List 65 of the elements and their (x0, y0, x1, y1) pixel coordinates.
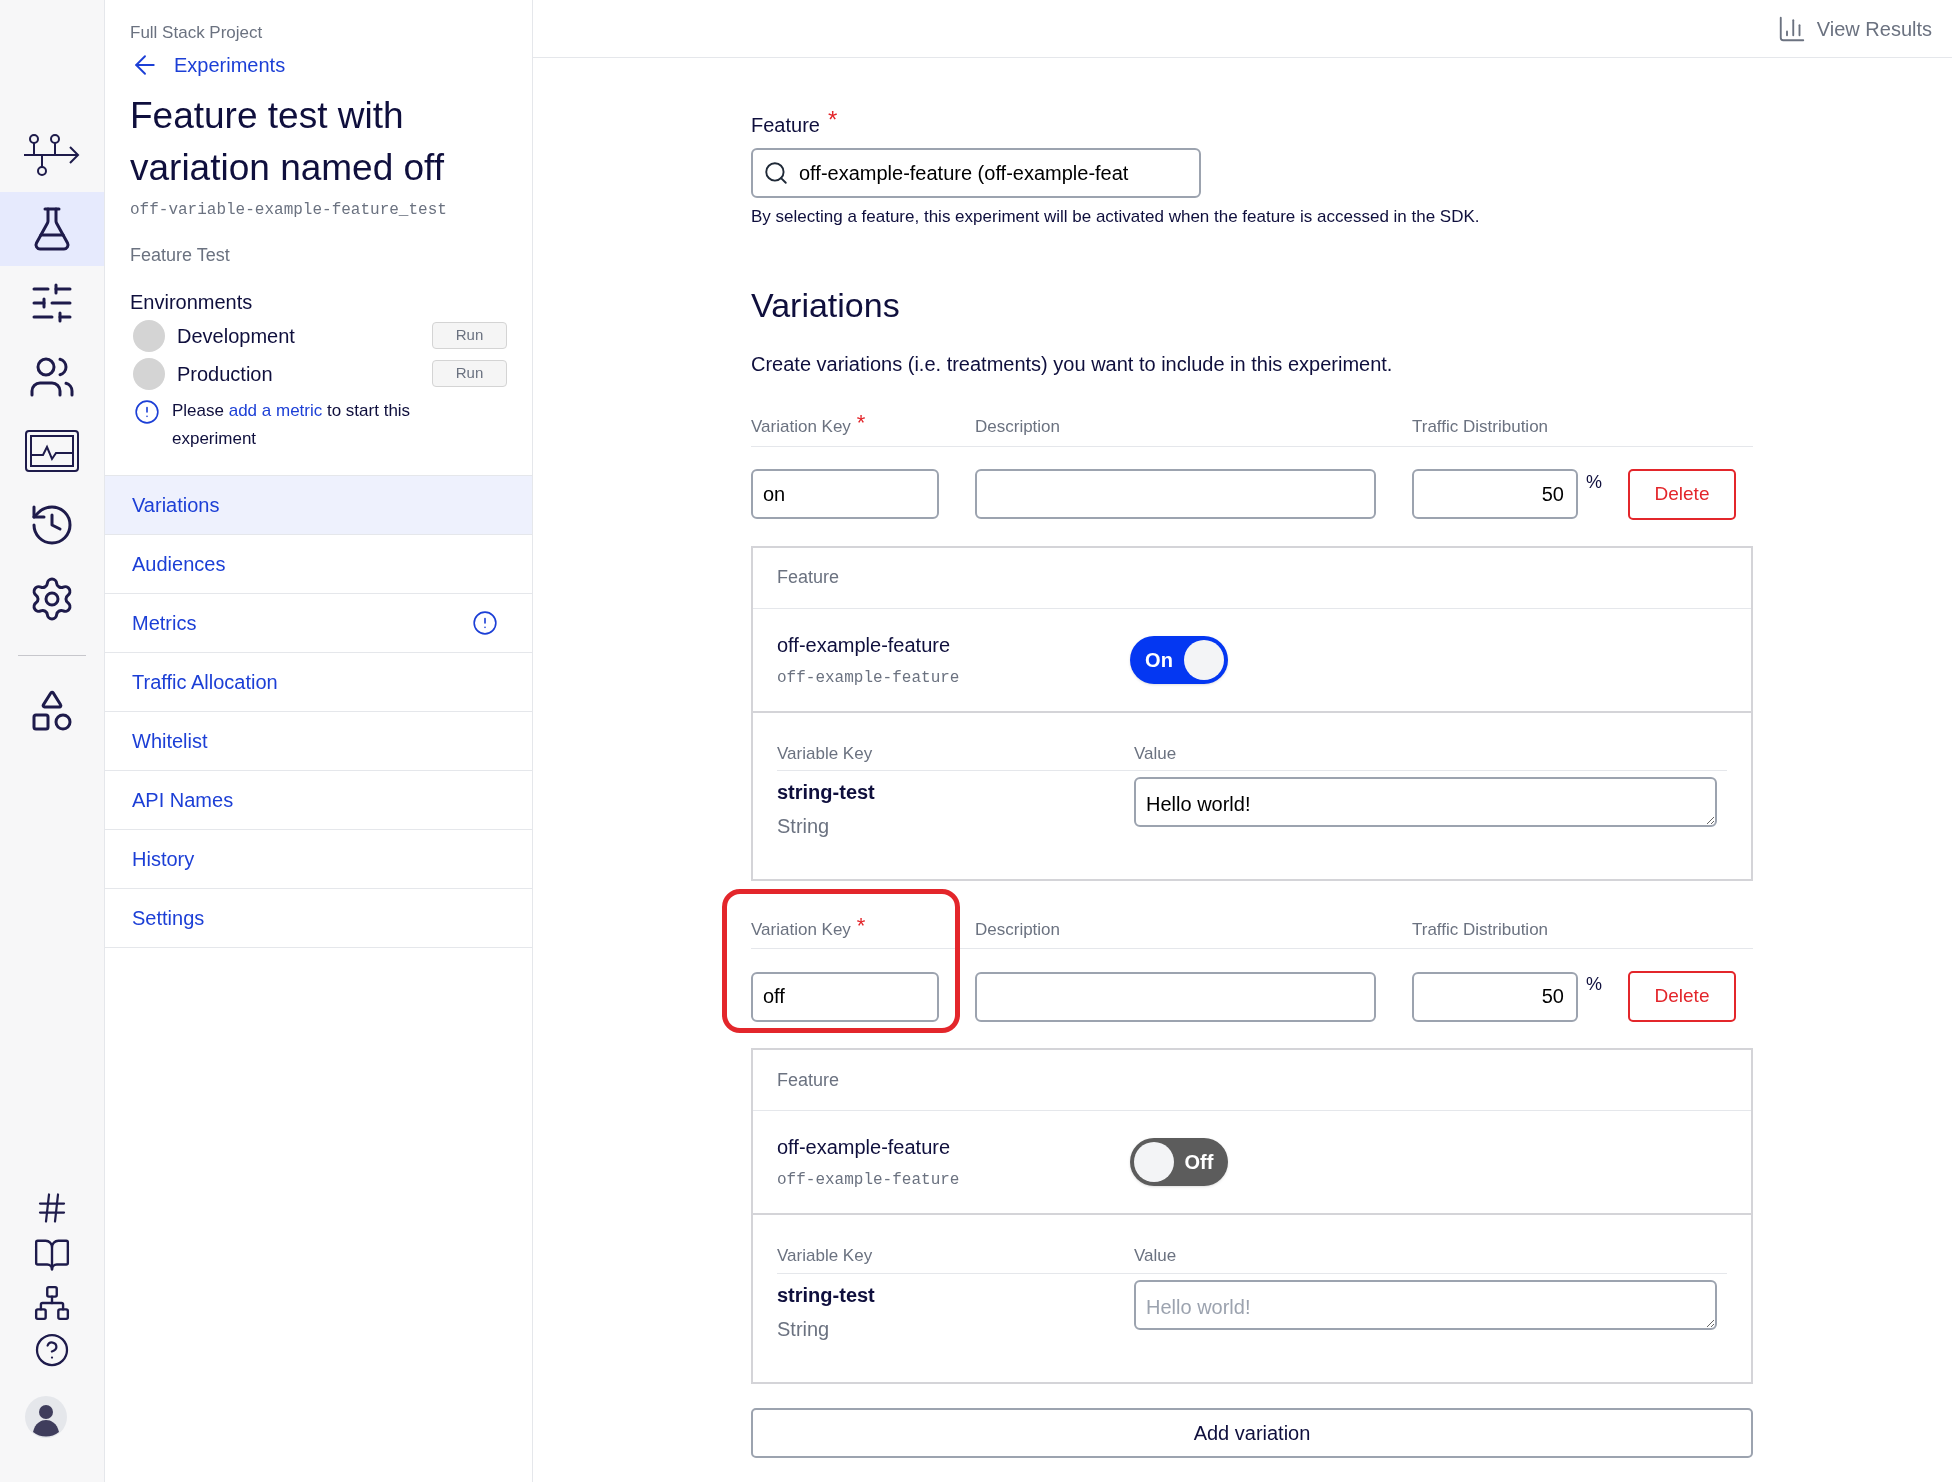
panel-heading: Feature (777, 1068, 840, 1092)
feature-toggle[interactable]: On (1130, 635, 1228, 684)
environment-name: Development (177, 323, 296, 349)
feature-search-field[interactable]: off-example-feature (off-example-feat (751, 148, 1201, 198)
monitor-pulse-icon[interactable] (24, 429, 80, 473)
avatar-icon[interactable] (25, 1396, 67, 1438)
required-mark: * (827, 110, 838, 130)
metric-notice: Please add a metric to start this experiment (172, 399, 412, 450)
environments-heading: Environments (130, 289, 254, 315)
feature-key: off-example-feature (777, 1168, 1130, 1192)
required-mark: * (856, 414, 866, 432)
column-header: Description (975, 918, 1062, 941)
variable-key: string-test (777, 1279, 1134, 1310)
description-field[interactable] (975, 469, 1376, 519)
value-field[interactable]: Hello world! (1134, 1279, 1717, 1330)
experiment-type: Feature Test (130, 243, 231, 267)
feature-name: off-example-feature (777, 632, 952, 658)
add-metric-link[interactable]: add a metric (228, 400, 323, 420)
column-header: Variation Key (751, 918, 851, 941)
warning-icon (134, 398, 160, 425)
column-header: Variable Key (777, 1245, 874, 1267)
feature-help-text: By selecting a feature, this experiment will be activated when the feature is accessed in the SDK. (751, 206, 1481, 228)
required-mark: * (856, 916, 866, 935)
panel-heading: Feature (777, 566, 840, 589)
section-title: Variations (751, 284, 901, 326)
nav-item[interactable]: Variations (105, 475, 532, 535)
column-header: Traffic Distribution (1412, 918, 1549, 941)
view-results-link[interactable]: View Results (1776, 13, 1932, 44)
variable-type: String (777, 814, 831, 839)
traffic-field[interactable]: 50 (1412, 971, 1578, 1022)
delete-button[interactable]: Delete (1628, 468, 1736, 520)
column-header: Value (1134, 1245, 1177, 1267)
experiment-key: off-variable-example-feature_test (130, 197, 507, 222)
percent-sign: % (1586, 973, 1602, 996)
search-icon (763, 160, 789, 186)
percent-sign: % (1586, 470, 1602, 494)
variation-key-field[interactable]: off (751, 971, 939, 1022)
network-icon[interactable] (33, 1284, 71, 1322)
environment-name: Production (177, 361, 274, 387)
help-icon[interactable] (34, 1332, 70, 1368)
project-name: Full Stack Project (130, 22, 264, 44)
column-header: Value (1134, 742, 1177, 765)
column-header: Variable Key (777, 742, 874, 765)
add-variation-button[interactable]: Add variation (751, 1407, 1753, 1458)
field-label: Feature (751, 113, 820, 138)
variable-key: string-test (777, 777, 1134, 807)
back-link[interactable]: Experiments (130, 49, 507, 80)
column-header: Traffic Distribution (1412, 416, 1549, 438)
delete-button[interactable]: Delete (1628, 971, 1736, 1022)
run-button[interactable]: Run (432, 322, 507, 349)
run-button[interactable]: Run (432, 360, 507, 387)
section-description: Create variations (i.e. treatments) you want to include in this experiment. (751, 351, 1394, 377)
traffic-field[interactable]: 50 (1412, 469, 1578, 519)
feature-name: off-example-feature (777, 1135, 952, 1160)
variable-type: String (777, 1316, 831, 1342)
warning-icon (472, 609, 498, 636)
experiment-title: Feature test with variation named off (130, 93, 445, 190)
value-field[interactable]: Hello world! (1134, 777, 1717, 827)
variation-key-field[interactable]: on (751, 469, 939, 519)
description-field[interactable] (975, 971, 1376, 1022)
column-header: Description (975, 416, 1062, 438)
flow-icon[interactable] (22, 133, 82, 177)
feature-key: off-example-feature (777, 665, 1130, 690)
feature-toggle[interactable]: Off (1130, 1138, 1228, 1186)
column-header: Variation Key (751, 416, 851, 438)
